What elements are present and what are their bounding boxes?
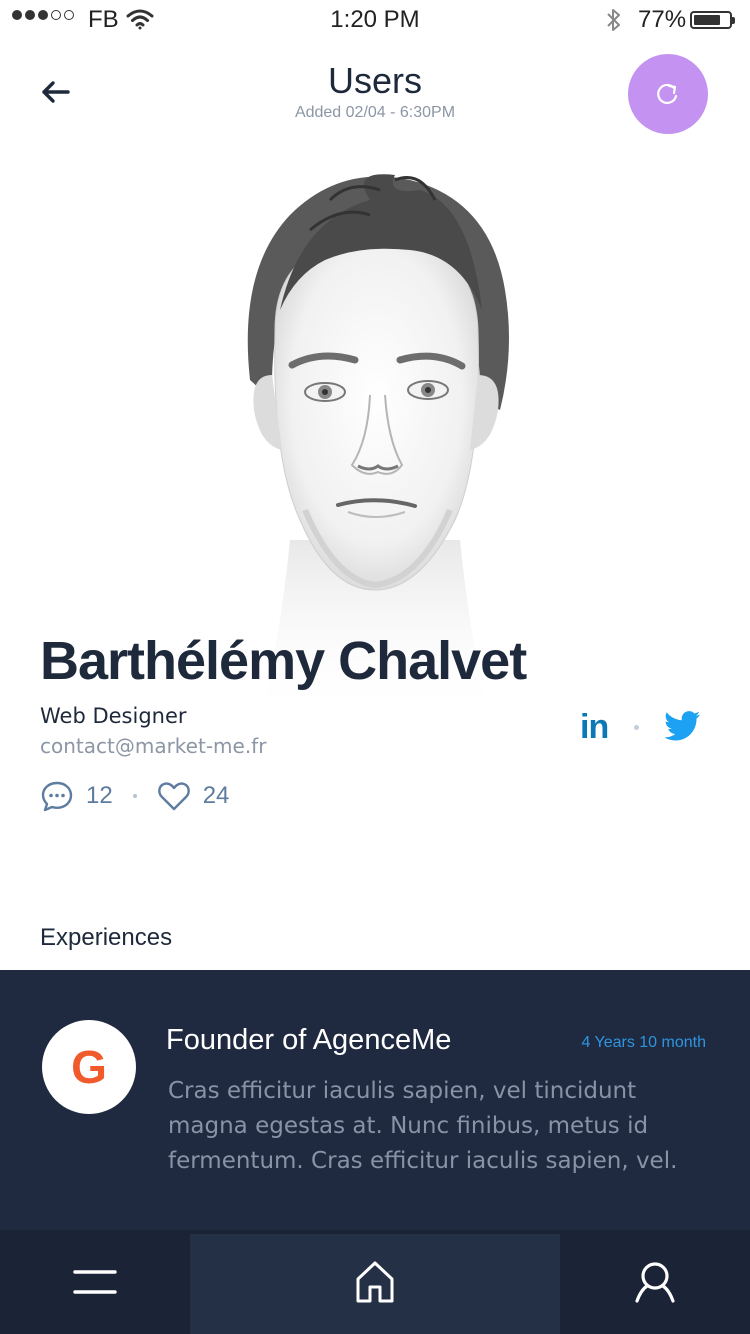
battery-percent: 77% <box>638 6 687 33</box>
job-description: Cras efficitur iaculis sapien, vel tinci… <box>168 1078 678 1174</box>
search-icon <box>635 1262 675 1303</box>
home-button[interactable] <box>190 1230 560 1334</box>
section-title: Experiences <box>40 924 173 951</box>
google-g-icon: G <box>71 1041 107 1093</box>
job-title: Founder of AgenceMe <box>166 1024 452 1056</box>
separator-dot <box>132 794 137 798</box>
refresh-button[interactable] <box>628 54 708 134</box>
bluetooth-icon <box>604 6 624 40</box>
battery-icon <box>690 11 735 29</box>
profile-email[interactable]: contact@market-me.fr <box>40 734 266 758</box>
job-duration: 4 Years 10 month <box>581 1034 706 1051</box>
comment-icon[interactable] <box>40 780 74 812</box>
search-button[interactable] <box>560 1230 750 1334</box>
menu-icon <box>73 1270 117 1294</box>
comments-count: 12 <box>86 782 113 809</box>
likes-count: 24 <box>202 782 230 809</box>
refresh-icon <box>657 83 678 105</box>
separator-dot <box>634 725 640 730</box>
menu-button[interactable] <box>0 1230 190 1334</box>
profile-stats: 12 24 <box>40 780 229 812</box>
social-links: in <box>580 708 701 747</box>
home-icon <box>356 1261 394 1303</box>
profile-name: Barthélémy Chalvet <box>40 631 527 691</box>
heart-icon[interactable] <box>157 780 191 812</box>
linkedin-icon[interactable]: in <box>580 708 609 747</box>
status-bar: FB 1:20 PM 77% <box>0 0 750 40</box>
company-logo: G <box>42 1020 136 1114</box>
battery-level <box>694 15 720 25</box>
bottom-nav <box>0 1230 750 1334</box>
twitter-icon[interactable] <box>664 710 701 745</box>
profile-role: Web Designer <box>40 704 187 728</box>
experience-card[interactable]: G Founder of AgenceMe 4 Years 10 month C… <box>0 970 750 1230</box>
